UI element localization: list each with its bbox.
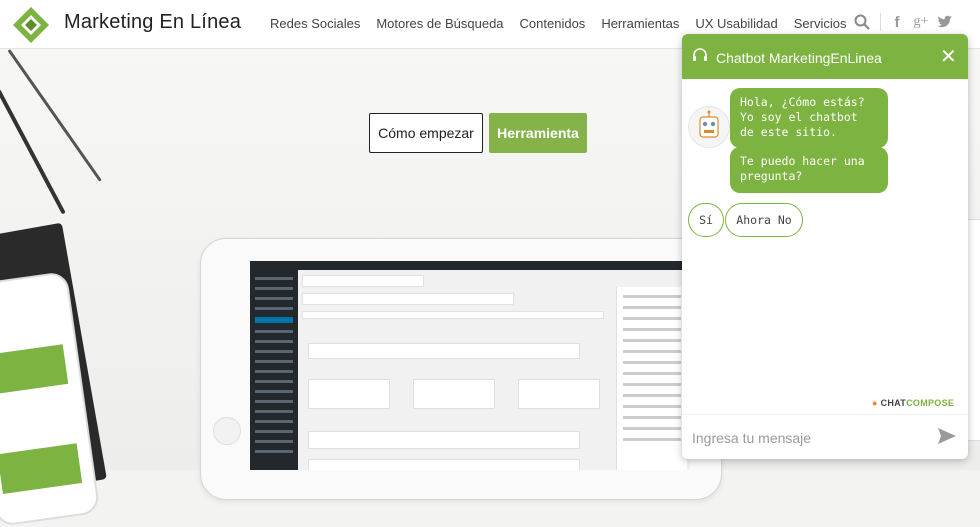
brand-name[interactable]: Marketing En Línea xyxy=(64,11,241,34)
reply-option-si[interactable]: Sí xyxy=(688,203,724,237)
chatbot-window: Chatbot MarketingEnLinea ✕ Hola, ¿Cómo e… xyxy=(682,34,968,459)
reply-option-ahora-no[interactable]: Ahora No xyxy=(725,203,803,237)
pen-image xyxy=(7,49,102,182)
tool-button[interactable]: Herramienta xyxy=(489,113,587,153)
nav-item-herramientas[interactable]: Herramientas xyxy=(601,16,679,31)
tablet-screen-image xyxy=(250,261,690,470)
chat-message-bot: Te puedo hacer una pregunta? xyxy=(730,147,888,193)
twitter-icon[interactable] xyxy=(935,12,955,32)
start-button[interactable]: Cómo empezar xyxy=(369,113,483,153)
header-icons: f g+ xyxy=(852,12,959,32)
chat-header: Chatbot MarketingEnLinea ✕ xyxy=(682,34,968,79)
facebook-icon[interactable]: f xyxy=(887,12,907,32)
tablet-home-button xyxy=(213,417,241,445)
send-icon[interactable] xyxy=(936,425,958,447)
close-icon[interactable]: ✕ xyxy=(940,44,957,69)
robot-icon xyxy=(699,110,719,138)
google-plus-icon[interactable]: g+ xyxy=(911,12,931,32)
chat-title: Chatbot MarketingEnLinea xyxy=(716,50,882,66)
divider xyxy=(880,13,881,31)
nav-item-motores-busqueda[interactable]: Motores de Búsqueda xyxy=(376,16,503,31)
bot-avatar xyxy=(688,106,730,148)
pen-image xyxy=(0,89,66,215)
chatcompose-logo[interactable]: ● CHATCOMPOSE xyxy=(872,398,954,408)
headset-icon xyxy=(693,48,707,61)
search-icon[interactable] xyxy=(852,12,872,32)
chatcompose-mark-icon: ● xyxy=(872,398,878,408)
chat-message-input[interactable] xyxy=(690,425,934,451)
nav-item-servicios[interactable]: Servicios xyxy=(794,16,847,31)
brand-logo-icon[interactable] xyxy=(12,6,50,44)
nav-item-ux-usabilidad[interactable]: UX Usabilidad xyxy=(695,16,777,31)
chat-input-bar xyxy=(682,414,968,459)
nav-item-contenidos[interactable]: Contenidos xyxy=(520,16,586,31)
nav-item-redes-sociales[interactable]: Redes Sociales xyxy=(270,16,360,31)
chat-message-bot: Hola, ¿Cómo estás? Yo soy el chatbot de … xyxy=(730,88,888,148)
main-nav: Redes Sociales Motores de Búsqueda Conte… xyxy=(270,16,846,31)
